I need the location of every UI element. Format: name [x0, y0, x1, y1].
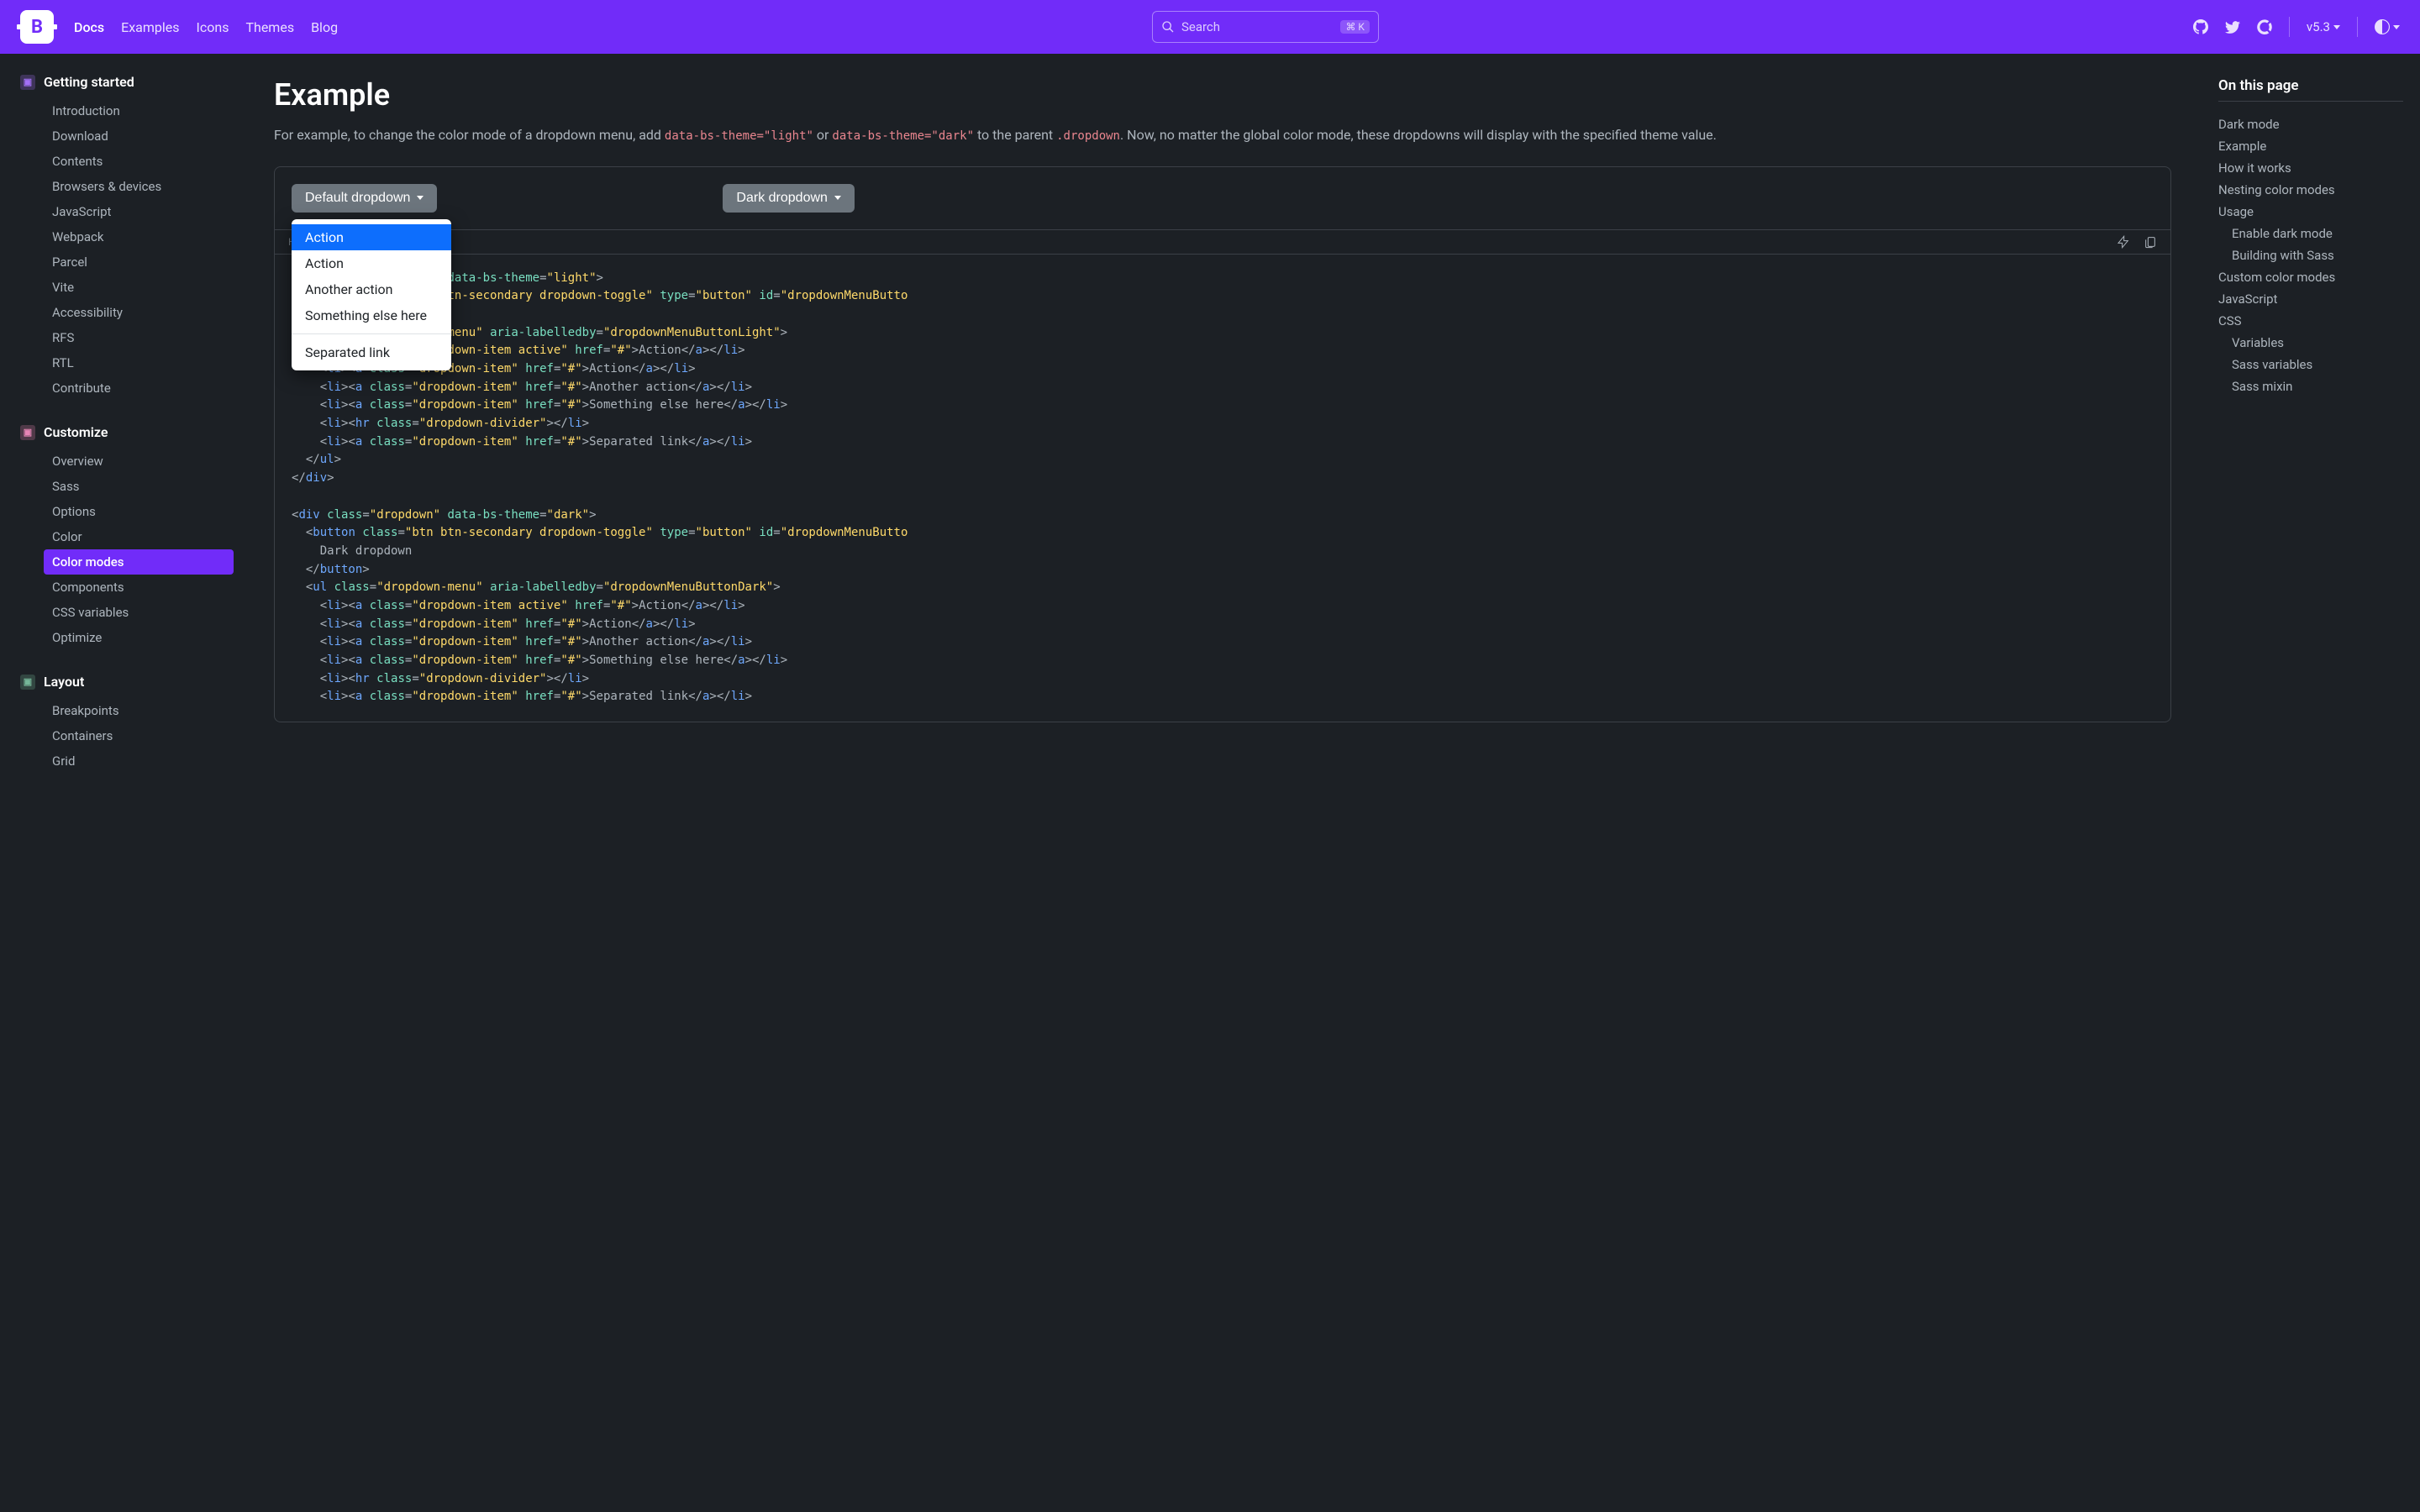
sidebar-item[interactable]: Breakpoints	[44, 698, 234, 723]
nav-links: Docs Examples Icons Themes Blog	[74, 19, 338, 35]
sidebar-item[interactable]: Sass	[44, 474, 234, 499]
separator	[2289, 17, 2290, 37]
sidebar-item[interactable]: Grid	[44, 748, 234, 774]
sidebar-item[interactable]: Overview	[44, 449, 234, 474]
sidebar-item[interactable]: Download	[44, 123, 234, 149]
half-circle-icon	[2375, 19, 2390, 34]
sidebar-item[interactable]: Options	[44, 499, 234, 524]
sidebar-item[interactable]: RFS	[44, 325, 234, 350]
demo-box: Default dropdown Dark dropdown ActionAct…	[274, 166, 2171, 230]
sidebar-item[interactable]: Contribute	[44, 375, 234, 401]
clipboard-icon[interactable]	[2144, 235, 2157, 249]
nav-link-themes[interactable]: Themes	[245, 19, 294, 35]
nav-link-examples[interactable]: Examples	[121, 19, 179, 35]
dropdown-item[interactable]: Action	[292, 250, 451, 276]
sidebar-item[interactable]: CSS variables	[44, 600, 234, 625]
toc-item[interactable]: JavaScript	[2218, 288, 2403, 310]
search-kbd: ⌘ K	[1340, 20, 1370, 34]
dropdown-menu: ActionActionAnother actionSomething else…	[292, 219, 451, 370]
sidebar-item[interactable]: Introduction	[44, 98, 234, 123]
sidebar-item[interactable]: Vite	[44, 275, 234, 300]
sidebar-section-title[interactable]: ▣Customize	[20, 424, 234, 440]
sidebar-item[interactable]: JavaScript	[44, 199, 234, 224]
stackblitz-icon[interactable]	[2117, 235, 2130, 249]
page-title: Example	[274, 77, 2171, 113]
sidebar-item[interactable]: Accessibility	[44, 300, 234, 325]
toc-title: On this page	[2218, 77, 2403, 102]
sidebar-item[interactable]: Color	[44, 524, 234, 549]
default-dropdown-button[interactable]: Default dropdown	[292, 184, 437, 213]
sidebar-item[interactable]: Browsers & devices	[44, 174, 234, 199]
toc-item[interactable]: Dark mode	[2218, 113, 2403, 135]
opencollective-icon[interactable]	[2257, 19, 2272, 34]
sidebar-section-title[interactable]: ▣Layout	[20, 674, 234, 690]
sidebar-item[interactable]: Contents	[44, 149, 234, 174]
bootstrap-logo[interactable]: B	[20, 10, 54, 44]
caret-down-icon	[2333, 25, 2340, 29]
toc-item[interactable]: Enable dark mode	[2218, 223, 2403, 244]
caret-down-icon	[834, 196, 841, 200]
toc-list: Dark modeExampleHow it worksNesting colo…	[2218, 113, 2403, 397]
dropdown-item[interactable]: Action	[292, 224, 451, 250]
search-input[interactable]: Search ⌘ K	[1152, 11, 1379, 43]
toc-item[interactable]: CSS	[2218, 310, 2403, 332]
toc-item[interactable]: Custom color modes	[2218, 266, 2403, 288]
sidebar-item[interactable]: Color modes	[44, 549, 234, 575]
toc-item[interactable]: Sass variables	[2218, 354, 2403, 375]
navbar: B Docs Examples Icons Themes Blog Search…	[0, 0, 2420, 54]
sidebar-section-title[interactable]: ▣Getting started	[20, 74, 234, 90]
github-icon[interactable]	[2193, 19, 2208, 34]
intro-paragraph: For example, to change the color mode of…	[274, 124, 2171, 146]
code-block: <div class="dropdown" data-bs-theme="lig…	[274, 255, 2171, 723]
section-icon: ▣	[20, 425, 35, 440]
dropdown-item[interactable]: Something else here	[292, 302, 451, 328]
nav-link-icons[interactable]: Icons	[197, 19, 229, 35]
toc-item[interactable]: How it works	[2218, 157, 2403, 179]
search-icon	[1161, 20, 1175, 34]
search-placeholder: Search	[1181, 19, 1334, 34]
nav-right: v5.3	[2193, 17, 2400, 37]
toc-item[interactable]: Nesting color modes	[2218, 179, 2403, 201]
toc-item[interactable]: Building with Sass	[2218, 244, 2403, 266]
code-toolbar: HTML	[274, 230, 2171, 255]
section-icon: ▣	[20, 675, 35, 690]
toc-item[interactable]: Variables	[2218, 332, 2403, 354]
theme-toggle[interactable]	[2375, 19, 2400, 34]
version-dropdown[interactable]: v5.3	[2307, 19, 2340, 34]
dark-dropdown-button[interactable]: Dark dropdown	[723, 184, 855, 213]
dropdown-item[interactable]: Another action	[292, 276, 451, 302]
main-content: Example For example, to change the color…	[244, 54, 2202, 831]
sidebar-item[interactable]: RTL	[44, 350, 234, 375]
nav-link-blog[interactable]: Blog	[311, 19, 338, 35]
sidebar-item[interactable]: Optimize	[44, 625, 234, 650]
sidebar-right: On this page Dark modeExampleHow it work…	[2202, 54, 2420, 831]
toc-item[interactable]: Sass mixin	[2218, 375, 2403, 397]
sidebar-left: ▣Getting startedIntroductionDownloadCont…	[0, 54, 244, 831]
sidebar-item[interactable]: Webpack	[44, 224, 234, 249]
section-icon: ▣	[20, 75, 35, 90]
toc-item[interactable]: Example	[2218, 135, 2403, 157]
toc-item[interactable]: Usage	[2218, 201, 2403, 223]
sidebar-item[interactable]: Parcel	[44, 249, 234, 275]
caret-down-icon	[2393, 25, 2400, 29]
sidebar-item[interactable]: Containers	[44, 723, 234, 748]
dropdown-item[interactable]: Separated link	[292, 339, 451, 365]
separator	[2357, 17, 2358, 37]
twitter-icon[interactable]	[2225, 19, 2240, 34]
nav-link-docs[interactable]: Docs	[74, 19, 104, 35]
caret-down-icon	[417, 196, 424, 200]
sidebar-item[interactable]: Components	[44, 575, 234, 600]
